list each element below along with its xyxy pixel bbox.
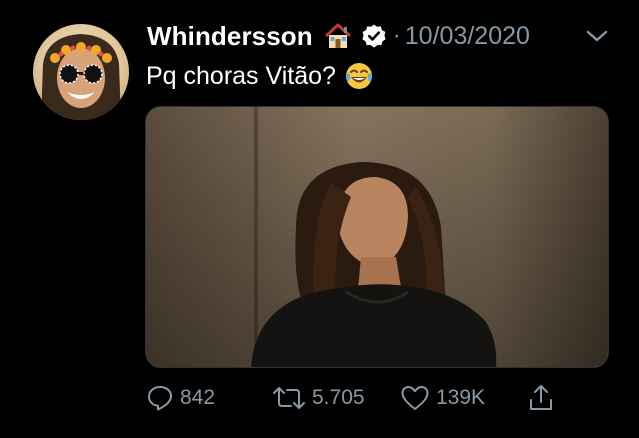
share-button[interactable]: [527, 378, 555, 418]
tweet-body: Pq choras Vitão?: [146, 58, 374, 94]
share-icon: [530, 385, 552, 410]
tweet-header: Whindersson · 10/03/2020: [147, 18, 530, 54]
tweet-media-photo[interactable]: [145, 106, 609, 368]
reply-icon: [148, 386, 172, 411]
tweet-text: Pq choras Vitão?: [146, 61, 336, 90]
like-button[interactable]: 139K: [400, 378, 485, 418]
tweet-actions: 842 5.705 139K: [0, 378, 639, 418]
tweet-date[interactable]: 10/03/2020: [405, 22, 530, 51]
like-count: 139K: [436, 386, 486, 409]
author-name[interactable]: Whindersson: [147, 21, 313, 52]
tweet-card: Whindersson · 10/03/2020 Pq choras Vitão…: [0, 0, 639, 438]
avatar-image: [41, 34, 121, 120]
retweet-button[interactable]: 5.705: [272, 378, 365, 418]
verified-badge-icon: [361, 23, 387, 49]
retweet-icon: [273, 387, 305, 409]
retweet-count: 5.705: [312, 386, 365, 409]
reply-count: 842: [180, 386, 216, 409]
photo-image: [146, 107, 608, 367]
reply-button[interactable]: 842: [146, 378, 215, 418]
chevron-down-icon[interactable]: [585, 26, 609, 46]
house-icon: [323, 21, 353, 51]
avatar[interactable]: [33, 24, 129, 120]
header-separator: ·: [392, 22, 401, 49]
heart-icon: [401, 386, 429, 410]
face-with-tears-of-joy-icon: [344, 61, 374, 91]
